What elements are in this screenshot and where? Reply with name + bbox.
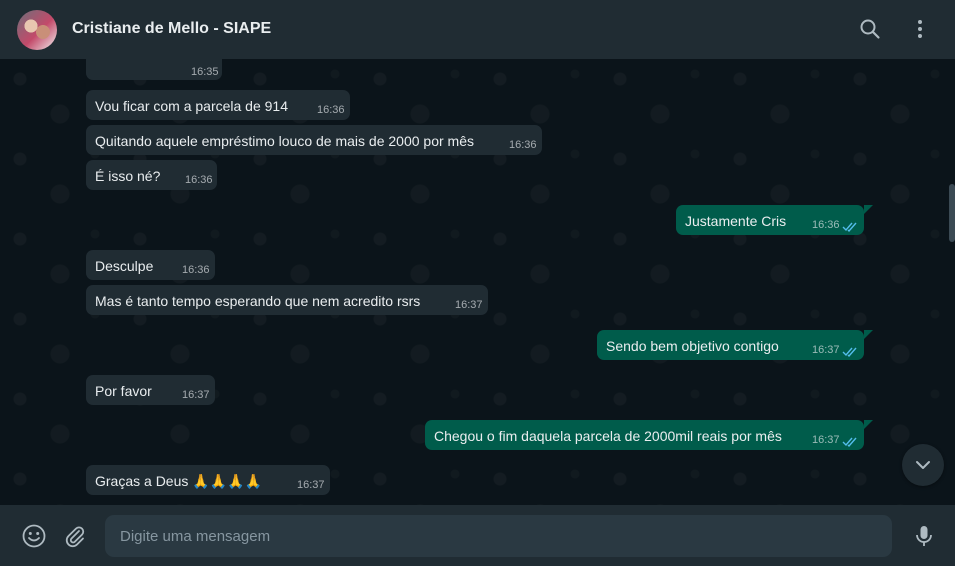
message-incoming: Graças a Deus 🙏🙏🙏🙏 16:37 <box>86 465 330 495</box>
message-time: 16:36 <box>812 219 840 231</box>
message-incoming: 16:35 <box>86 59 222 80</box>
message-input[interactable] <box>105 515 892 557</box>
message-time: 16:37 <box>812 344 840 356</box>
message-time: 16:37 <box>297 479 325 491</box>
message-incoming: Mas é tanto tempo esperando que nem acre… <box>86 285 488 315</box>
composer <box>0 505 955 566</box>
message-time: 16:35 <box>191 66 219 78</box>
message-text: Mas é tanto tempo esperando que nem acre… <box>95 293 421 309</box>
message-outgoing: Chegou o fim daquela parcela de 2000mil … <box>425 420 864 450</box>
message-outgoing: Sendo bem objetivo contigo 16:37 <box>597 330 864 360</box>
message-text: Por favor <box>95 383 152 399</box>
message-time: 16:36 <box>509 139 537 151</box>
message-text: É isso né? <box>95 168 161 184</box>
message-input-wrapper <box>105 515 892 557</box>
double-check-icon <box>842 346 858 357</box>
bubble-tail <box>864 420 873 429</box>
message-incoming: Desculpe 16:36 <box>86 250 215 280</box>
bubble-tail <box>864 330 873 339</box>
message-time: 16:36 <box>317 104 345 116</box>
bubble-tail <box>864 205 873 214</box>
message-text: Vou ficar com a parcela de 914 <box>95 98 289 114</box>
message-text: Sendo bem objetivo contigo <box>606 338 779 354</box>
chevron-down-icon <box>916 461 930 469</box>
message-text: Justamente Cris <box>685 213 787 229</box>
double-check-icon <box>842 436 858 447</box>
microphone-icon[interactable] <box>911 523 937 549</box>
message-text: Chegou o fim daquela parcela de 2000mil … <box>434 428 782 444</box>
message-time: 16:37 <box>182 389 210 401</box>
message-incoming: Por favor 16:37 <box>86 375 215 405</box>
avatar[interactable] <box>17 10 57 50</box>
message-text: Quitando aquele empréstimo louco de mais… <box>95 133 474 149</box>
message-outgoing: Justamente Cris 16:36 <box>676 205 864 235</box>
search-icon[interactable] <box>858 17 882 41</box>
message-list[interactable]: 16:35 Vou ficar com a parcela de 914 16:… <box>0 59 955 505</box>
message-time: 16:37 <box>812 434 840 446</box>
emoji-icon[interactable] <box>21 523 47 549</box>
message-time: 16:36 <box>182 264 210 276</box>
scroll-to-bottom-button[interactable] <box>902 444 944 486</box>
scrollbar[interactable] <box>949 184 955 242</box>
message-incoming: É isso né? 16:36 <box>86 160 217 190</box>
message-incoming: Quitando aquele empréstimo louco de mais… <box>86 125 542 155</box>
attach-icon[interactable] <box>62 523 88 549</box>
contact-name[interactable]: Cristiane de Mello - SIAPE <box>72 20 271 38</box>
menu-dots-icon[interactable] <box>908 17 932 41</box>
double-check-icon <box>842 221 858 232</box>
message-time: 16:37 <box>455 299 483 311</box>
message-incoming: Vou ficar com a parcela de 914 16:36 <box>86 90 350 120</box>
message-text: Graças a Deus 🙏🙏🙏🙏 <box>95 473 262 489</box>
chat-header: Cristiane de Mello - SIAPE <box>0 0 955 59</box>
message-text: Desculpe <box>95 258 154 274</box>
message-time: 16:36 <box>185 174 213 186</box>
